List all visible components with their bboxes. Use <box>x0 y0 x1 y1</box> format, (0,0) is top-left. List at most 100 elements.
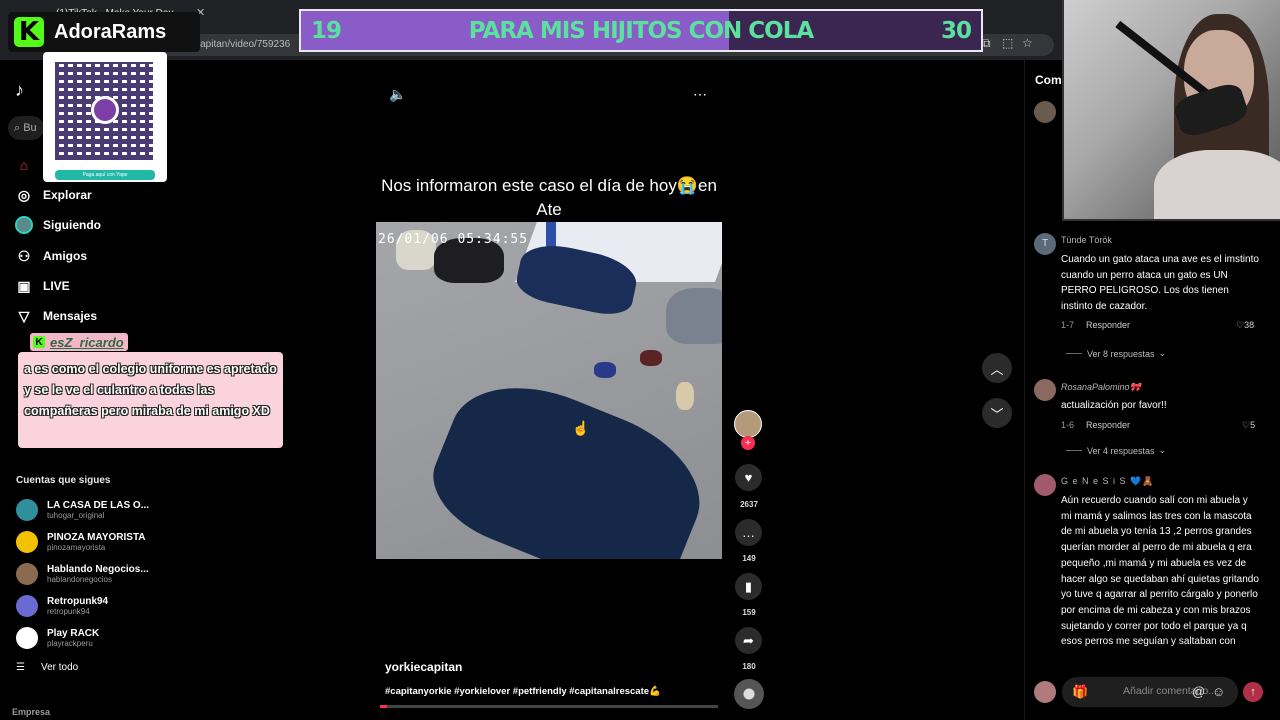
avatar[interactable] <box>1034 474 1056 496</box>
yape-qr-code: Paga aquí con Yape <box>43 52 167 182</box>
gift-icon[interactable]: 🎁 <box>1072 684 1088 700</box>
nav-siguiendo[interactable]: Siguiendo <box>15 214 101 236</box>
account-name: PINOZA MAYORISTA <box>47 531 146 543</box>
emoji-icon[interactable]: ☺ <box>1212 684 1225 699</box>
kick-badge-icon: K <box>33 336 45 348</box>
video-caption-overlay: Nos informaron este caso el día de hoy😭e… <box>381 176 717 219</box>
nav-home[interactable]: ⌂ <box>15 154 43 176</box>
likes-count: 2637 <box>740 500 758 509</box>
comment-text: Cuando un gato ataca una ave es el imsti… <box>1061 254 1259 313</box>
follow-plus-icon[interactable]: + <box>741 436 755 450</box>
goal-title: PARA MIS HIJITOS CON COLA <box>468 17 814 44</box>
more-options-icon[interactable]: ⋯ <box>693 86 707 103</box>
like-heart-icon[interactable]: ♥ <box>735 464 762 491</box>
following-account[interactable]: LA CASA DE LAS O... tuhogar_original <box>16 497 216 523</box>
volume-icon[interactable]: 🔈 <box>389 86 406 103</box>
webcam-body <box>1154 150 1280 219</box>
avatar[interactable]: T <box>1034 233 1056 255</box>
nav-amigos[interactable]: ⚇ Amigos <box>15 245 87 267</box>
comment-bubble-icon[interactable]: … <box>735 519 762 546</box>
send-comment-button[interactable]: ↑ <box>1243 682 1263 702</box>
video-hashtags[interactable]: #capitanyorkie #yorkielover #petfriendly… <box>385 686 661 697</box>
following-account[interactable]: Retropunk94 retropunk94 <box>16 593 216 619</box>
install-icon[interactable]: ⬚ <box>1002 36 1013 50</box>
account-name: Play RACK <box>47 627 100 639</box>
chevron-down-icon: ⌄ <box>1158 348 1167 358</box>
chevron-down-icon: ⌄ <box>1158 445 1167 455</box>
live-icon: ▣ <box>17 277 31 294</box>
tiktok-logo-icon[interactable]: ♪ <box>15 80 24 101</box>
nav-explorar[interactable]: ◎ Explorar <box>15 184 92 206</box>
see-all-link[interactable]: ☰ Ver todo <box>16 662 78 673</box>
yape-logo-icon <box>91 96 119 124</box>
share-icon[interactable]: ➦ <box>735 627 762 654</box>
reply-button[interactable]: Responder <box>1086 420 1130 430</box>
chat-message-box: a es como el colegio uniforme es apretad… <box>18 352 283 448</box>
parked-car <box>666 288 722 344</box>
avatar <box>16 531 38 553</box>
following-account[interactable]: Play RACK playrackperu <box>16 625 216 651</box>
author-avatar[interactable] <box>734 410 762 438</box>
account-handle: hablandonegocios <box>47 574 112 584</box>
comment-user[interactable]: G e N e S i S 💙🧸 <box>1061 476 1154 487</box>
mouse-cursor-icon: ☝ <box>572 420 590 436</box>
video-progress-bar[interactable] <box>380 705 718 708</box>
nav-live[interactable]: ▣ LIVE <box>15 275 70 297</box>
next-video-chevron-down-icon[interactable]: ﹀ <box>982 398 1012 428</box>
avatar <box>16 627 38 649</box>
view-replies-label: Ver 8 respuestas <box>1087 348 1155 359</box>
account-handle: retropunk94 <box>47 606 90 616</box>
comment-meta: 1-6 Responder <box>1061 420 1130 430</box>
previous-video-chevron-up-icon[interactable]: ︿ <box>982 353 1012 383</box>
avatar[interactable] <box>1034 101 1056 123</box>
footer-empresa[interactable]: Empresa <box>12 707 50 717</box>
comment-date: 1-7 <box>1061 320 1075 330</box>
nav-mensajes[interactable]: ▽ Mensajes <box>15 305 97 327</box>
streamer-name: AdoraRams <box>54 20 167 43</box>
video-author[interactable]: yorkiecapitan <box>385 660 462 674</box>
view-replies[interactable]: Ver 8 respuestas ⌄ <box>1066 348 1166 359</box>
bookmark-icon[interactable]: ▮ <box>735 573 762 600</box>
account-handle: pinozamayorista <box>47 542 106 552</box>
search-input[interactable]: ⌕ Bu <box>8 116 44 140</box>
nav-label: Explorar <box>43 188 92 202</box>
search-placeholder: Bu <box>23 122 37 134</box>
comment-text: actualización por favor!! <box>1061 400 1167 411</box>
following-account[interactable]: Hablando Negocios... hablandonegocios <box>16 561 216 587</box>
friends-icon: ⚇ <box>17 247 31 264</box>
nav-label: LIVE <box>43 279 70 293</box>
dog <box>640 350 662 366</box>
avatar-icon <box>15 216 33 234</box>
following-account[interactable]: PINOZA MAYORISTA pinozamayorista <box>16 529 216 555</box>
mention-icon[interactable]: @ <box>1192 684 1205 699</box>
avatar[interactable] <box>1034 379 1056 401</box>
search-icon: ⌕ <box>14 122 24 134</box>
comment-date: 1-6 <box>1061 420 1075 430</box>
view-replies[interactable]: Ver 4 respuestas ⌄ <box>1066 445 1166 456</box>
avatar <box>16 595 38 617</box>
chat-username-tag: K esZ_ricardo <box>30 333 128 351</box>
video-player[interactable]: 26/01/06 05:34:55 <box>376 222 722 559</box>
comment-user[interactable]: Tünde Török <box>1061 235 1112 245</box>
comment-meta: 1-7 Responder <box>1061 320 1130 330</box>
send-icon: ▽ <box>18 307 30 324</box>
account-name: Retropunk94 <box>47 595 109 607</box>
comment-like[interactable]: ♡38 <box>1236 320 1254 331</box>
music-disc-icon[interactable] <box>734 679 764 709</box>
avatar <box>16 563 38 585</box>
comment-like[interactable]: ♡5 <box>1242 420 1255 431</box>
subscriber-goal-bar: 19 PARA MIS HIJITOS CON COLA 30 <box>299 9 983 52</box>
comment-text: Aún recuerdo cuando salí con mi abuela y… <box>1061 495 1259 648</box>
reply-button[interactable]: Responder <box>1086 320 1130 330</box>
comment-like-count: 38 <box>1244 320 1255 330</box>
account-handle: tuhogar_original <box>47 510 105 520</box>
chat-message: a es como el colegio uniforme es apretad… <box>24 362 277 418</box>
compass-icon: ◎ <box>17 186 31 203</box>
nav-label: Mensajes <box>43 309 98 323</box>
qr-caption: Paga aquí con Yape <box>55 170 155 180</box>
translate-icon[interactable]: ⧉ <box>982 36 991 51</box>
comment-user[interactable]: RosanaPalomino🎀 <box>1061 382 1141 393</box>
chat-username: esZ_ricardo <box>50 334 124 350</box>
bookmark-star-icon[interactable]: ☆ <box>1022 36 1033 50</box>
home-icon: ⌂ <box>19 157 29 173</box>
